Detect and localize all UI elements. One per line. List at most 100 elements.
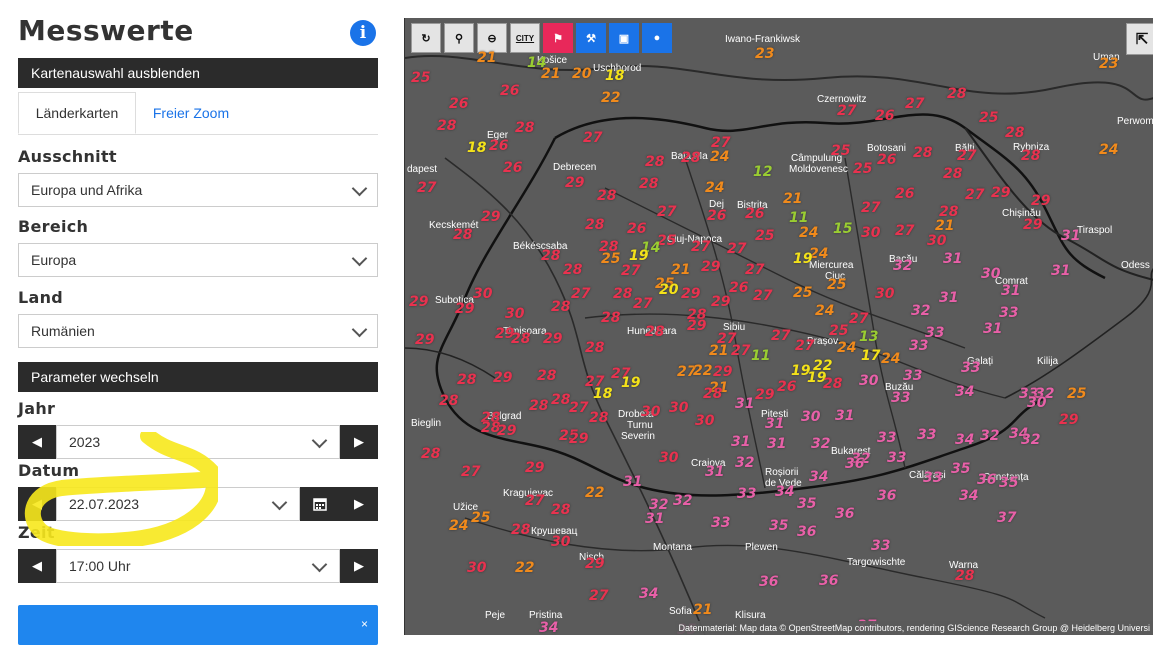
temperature-value[interactable]: 31: [623, 474, 642, 490]
temperature-value[interactable]: 26: [875, 108, 894, 124]
temperature-value[interactable]: 29: [455, 301, 474, 317]
datum-prev-button[interactable]: ◀: [18, 487, 56, 521]
tab-laenderkarten[interactable]: Länderkarten: [18, 92, 136, 134]
temperature-value[interactable]: 30: [981, 266, 1000, 282]
temperature-value[interactable]: 30: [467, 560, 486, 576]
temperature-value[interactable]: 27: [727, 241, 746, 257]
temperature-value[interactable]: 23: [755, 46, 774, 62]
share-button[interactable]: ⇱: [1126, 23, 1153, 55]
temperature-value[interactable]: 35: [769, 518, 788, 534]
close-icon[interactable]: ×: [361, 617, 368, 631]
temperature-value[interactable]: 20: [659, 282, 678, 298]
temperature-value[interactable]: 29: [409, 294, 428, 310]
temperature-value[interactable]: 36: [819, 573, 838, 589]
temperature-value[interactable]: 32: [735, 455, 754, 471]
temperature-value[interactable]: 15: [833, 221, 852, 237]
temperature-value[interactable]: 29: [543, 331, 562, 347]
temperature-value[interactable]: 34: [955, 384, 974, 400]
temperature-value[interactable]: 24: [449, 518, 468, 534]
temperature-map[interactable]: ↻⚲⊖CITY⚑⚒▣● ⇱ KošiceUschhorodIwano-Frank…: [404, 18, 1153, 635]
land-select[interactable]: Rumänien: [18, 314, 378, 348]
temperature-value[interactable]: 27: [621, 263, 640, 279]
temperature-value[interactable]: 28: [1021, 148, 1040, 164]
temperature-value[interactable]: 31: [1001, 283, 1020, 299]
temperature-value[interactable]: 33: [871, 538, 890, 554]
temperature-value[interactable]: 36: [845, 456, 864, 472]
temperature-value[interactable]: 22: [601, 90, 620, 106]
temperature-value[interactable]: 28: [537, 368, 556, 384]
temperature-value[interactable]: 27: [657, 204, 676, 220]
jahr-next-button[interactable]: ▶: [340, 425, 378, 459]
temperature-value[interactable]: 33: [903, 368, 922, 384]
temperature-value[interactable]: 29: [1059, 412, 1078, 428]
temperature-value[interactable]: 25: [827, 277, 846, 293]
temperature-value[interactable]: 24: [799, 225, 818, 241]
toggle-map-selection-button[interactable]: Kartenauswahl ausblenden: [18, 58, 378, 88]
temperature-value[interactable]: 28: [913, 145, 932, 161]
temperature-value[interactable]: 27: [731, 343, 750, 359]
temperature-value[interactable]: 25: [831, 143, 850, 159]
temperature-value[interactable]: 27: [861, 200, 880, 216]
temperature-value[interactable]: 29: [565, 175, 584, 191]
temperature-value[interactable]: 29: [585, 556, 604, 572]
temperature-value[interactable]: 29: [1031, 193, 1050, 209]
temperature-value[interactable]: 26: [777, 379, 796, 395]
temperature-value[interactable]: 27: [569, 400, 588, 416]
temperature-value[interactable]: 24: [881, 351, 900, 367]
temperature-value[interactable]: 29: [1023, 217, 1042, 233]
temperature-value[interactable]: 26: [489, 138, 508, 154]
temperature-value[interactable]: 35: [999, 475, 1018, 491]
temperature-value[interactable]: 27: [589, 588, 608, 604]
jahr-prev-button[interactable]: ◀: [18, 425, 56, 459]
temperature-value[interactable]: 29: [755, 387, 774, 403]
temperature-value[interactable]: 31: [731, 434, 750, 450]
temperature-value[interactable]: 28: [645, 154, 664, 170]
temperature-value[interactable]: 29: [701, 259, 720, 275]
temperature-value[interactable]: 36: [835, 506, 854, 522]
temperature-value[interactable]: 34: [775, 484, 794, 500]
temperature-value[interactable]: 32: [980, 428, 999, 444]
temperature-value[interactable]: 26: [707, 208, 726, 224]
temperature-value[interactable]: 32: [893, 258, 912, 274]
temperature-value[interactable]: 27: [895, 223, 914, 239]
temperature-value[interactable]: 31: [645, 511, 664, 527]
temperature-value[interactable]: 30: [659, 450, 678, 466]
jahr-select[interactable]: 2023: [56, 425, 340, 459]
temperature-value[interactable]: 28: [613, 286, 632, 302]
temperature-value[interactable]: 35: [797, 496, 816, 512]
temperature-value[interactable]: 29: [497, 423, 516, 439]
temperature-value[interactable]: 25: [829, 323, 848, 339]
temperature-value[interactable]: 27: [957, 148, 976, 164]
temperature-value[interactable]: 28: [645, 324, 664, 340]
temperature-value[interactable]: 31: [939, 290, 958, 306]
temperature-value[interactable]: 11: [751, 348, 770, 364]
temperature-value[interactable]: 31: [1061, 228, 1080, 244]
zeit-prev-button[interactable]: ◀: [18, 549, 56, 583]
temperature-value[interactable]: 21: [935, 218, 954, 234]
temperature-value[interactable]: 34: [639, 586, 658, 602]
temperature-value[interactable]: 30: [473, 286, 492, 302]
temperature-value[interactable]: 22: [515, 560, 534, 576]
temperature-value[interactable]: 28: [681, 150, 700, 166]
temperature-value[interactable]: 33: [999, 305, 1018, 321]
temperature-value[interactable]: 28: [453, 227, 472, 243]
temperature-value[interactable]: 34: [809, 469, 828, 485]
temperature-value[interactable]: 27: [965, 187, 984, 203]
temperature-value[interactable]: 28: [703, 386, 722, 402]
temperature-value[interactable]: 26: [500, 83, 519, 99]
temperature-value[interactable]: 27: [571, 286, 590, 302]
temperature-value[interactable]: 31: [983, 321, 1002, 337]
temperature-value[interactable]: 32: [911, 303, 930, 319]
temperature-value[interactable]: 27: [771, 328, 790, 344]
temperature-value[interactable]: 31: [735, 396, 754, 412]
temperature-value[interactable]: 25: [411, 70, 430, 86]
temperature-value[interactable]: 32: [1021, 432, 1040, 448]
temperature-value[interactable]: 33: [923, 470, 942, 486]
temperature-value[interactable]: 28: [947, 86, 966, 102]
temperature-value[interactable]: 24: [815, 303, 834, 319]
temperature-value[interactable]: 36: [797, 524, 816, 540]
temperature-value[interactable]: 27: [583, 130, 602, 146]
temperature-value[interactable]: 29: [711, 294, 730, 310]
temperature-value[interactable]: 25: [1067, 386, 1086, 402]
temperature-value[interactable]: 33: [711, 515, 730, 531]
